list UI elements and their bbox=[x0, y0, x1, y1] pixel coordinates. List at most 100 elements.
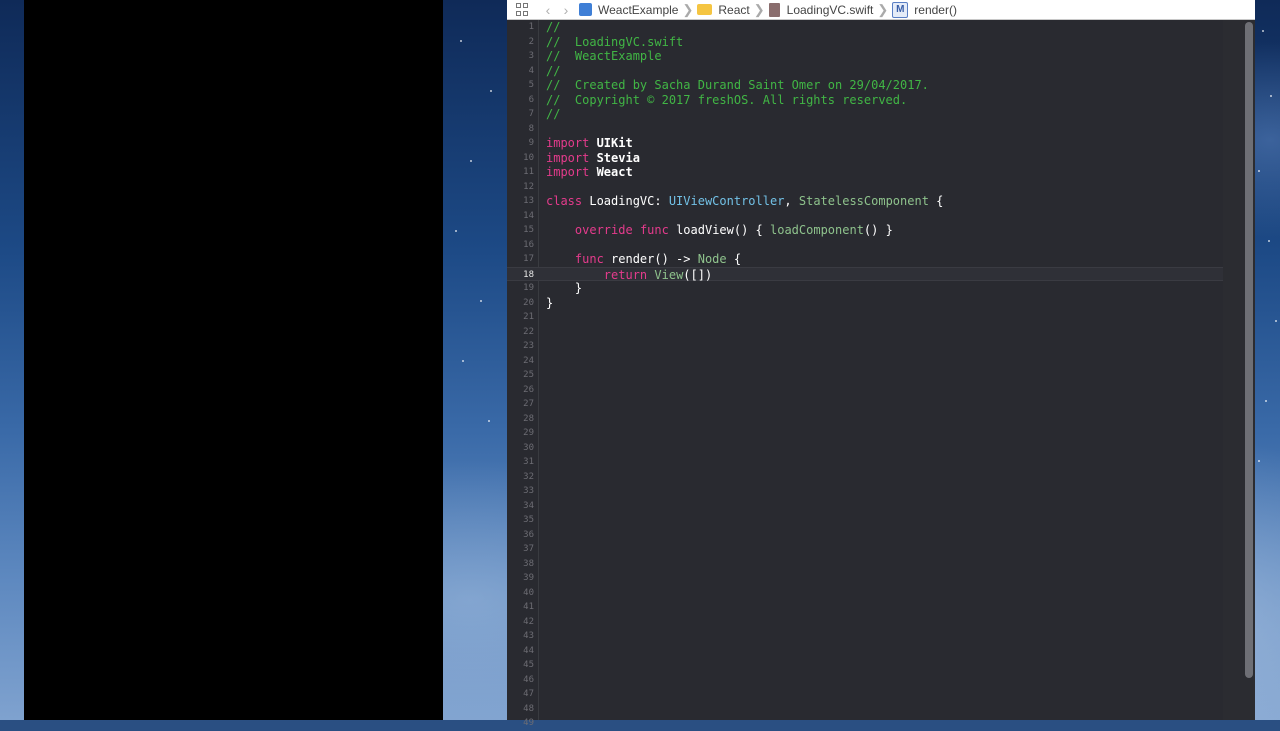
code-line[interactable]: 27 bbox=[507, 397, 1223, 412]
jumpbar-item-folder[interactable]: React bbox=[697, 0, 750, 19]
line-number: 1 bbox=[528, 22, 534, 32]
code-line[interactable]: 11 import Weact bbox=[507, 165, 1223, 180]
code-line[interactable]: 13 class LoadingVC: UIViewController, Sta… bbox=[507, 194, 1223, 209]
code-line[interactable]: 24 bbox=[507, 354, 1223, 369]
star-dot bbox=[1258, 460, 1260, 462]
code-token: import bbox=[546, 136, 590, 150]
folder-icon bbox=[697, 4, 713, 15]
line-number: 33 bbox=[523, 486, 534, 496]
code-token: UIKit bbox=[589, 136, 633, 150]
code-token: UIViewController bbox=[668, 194, 785, 208]
line-number: 6 bbox=[528, 94, 534, 105]
jumpbar-label: WeactExample bbox=[598, 2, 679, 17]
code-text: return View([]) bbox=[546, 268, 712, 283]
code-line[interactable]: 5 // Created by Sacha Durand Saint Omer o… bbox=[507, 78, 1223, 93]
code-line[interactable]: 46 bbox=[507, 673, 1223, 688]
code-line[interactable]: 41 bbox=[507, 600, 1223, 615]
code-line[interactable]: 39 bbox=[507, 571, 1223, 586]
method-icon: M bbox=[892, 1, 909, 18]
related-items-grid-icon[interactable] bbox=[516, 3, 529, 16]
code-line[interactable]: 22 bbox=[507, 325, 1223, 340]
code-token: Node bbox=[697, 252, 727, 266]
code-line[interactable]: 20} bbox=[507, 296, 1223, 311]
code-line[interactable]: 42 bbox=[507, 615, 1223, 630]
code-line[interactable]: 25 bbox=[507, 368, 1223, 383]
code-line[interactable]: 28 bbox=[507, 412, 1223, 427]
code-line[interactable]: 23 bbox=[507, 339, 1223, 354]
code-line[interactable]: 36 bbox=[507, 528, 1223, 543]
code-line[interactable]: 31 bbox=[507, 455, 1223, 470]
code-line[interactable]: 29 bbox=[507, 426, 1223, 441]
line-number: 18 bbox=[523, 269, 534, 280]
code-line[interactable]: 18 return View([]) bbox=[507, 266, 1223, 283]
code-line[interactable]: 1 // bbox=[507, 20, 1223, 35]
back-arrow-icon[interactable]: ‹ bbox=[539, 2, 557, 18]
star-dot bbox=[460, 40, 462, 42]
code-line[interactable]: 10 import Stevia bbox=[507, 151, 1223, 166]
code-line[interactable]: 35 bbox=[507, 513, 1223, 528]
jump-bar: ‹ › WeactExample ❯ React ❯ LoadingVC.swi… bbox=[507, 0, 1255, 20]
line-number: 10 bbox=[523, 152, 534, 163]
code-line[interactable]: 17 func render() -> Node { bbox=[507, 252, 1223, 267]
code-line[interactable]: 44 bbox=[507, 644, 1223, 659]
code-token: // bbox=[546, 20, 561, 34]
code-token: Stevia bbox=[589, 150, 640, 165]
jumpbar-item-method[interactable]: M render() bbox=[892, 0, 957, 19]
jumpbar-item-project[interactable]: WeactExample bbox=[575, 0, 678, 19]
code-text: class LoadingVC: UIViewController, State… bbox=[546, 194, 943, 209]
code-line[interactable]: 9 import UIKit bbox=[507, 136, 1223, 151]
code-token: // LoadingVC.swift bbox=[546, 34, 684, 49]
line-number: 35 bbox=[523, 515, 534, 525]
line-number: 47 bbox=[523, 689, 534, 699]
xcode-editor-window: ‹ › WeactExample ❯ React ❯ LoadingVC.swi… bbox=[507, 0, 1255, 728]
line-number: 37 bbox=[523, 544, 534, 554]
code-line[interactable]: 43 bbox=[507, 629, 1223, 644]
code-line[interactable]: 15 override func loadView() { loadCompon… bbox=[507, 223, 1223, 238]
code-line[interactable]: 16 bbox=[507, 238, 1223, 253]
code-line[interactable]: 3 // WeactExample bbox=[507, 49, 1223, 64]
code-line[interactable]: 37 bbox=[507, 542, 1223, 557]
code-line[interactable]: 6 // Copyright © 2017 freshOS. All rights… bbox=[507, 93, 1223, 108]
line-number: 17 bbox=[523, 254, 534, 264]
code-line[interactable]: 47 bbox=[507, 687, 1223, 702]
code-line[interactable]: 2 // LoadingVC.swift bbox=[507, 35, 1223, 50]
code-line[interactable]: 38 bbox=[507, 557, 1223, 572]
jumpbar-label: React bbox=[718, 2, 750, 17]
code-line[interactable]: 33 bbox=[507, 484, 1223, 499]
code-line[interactable]: 21 bbox=[507, 310, 1223, 325]
code-line[interactable]: 49 bbox=[507, 716, 1223, 731]
jumpbar-item-file[interactable]: LoadingVC.swift bbox=[768, 0, 873, 19]
code-line[interactable]: 40 bbox=[507, 586, 1223, 601]
forward-arrow-icon[interactable]: › bbox=[557, 2, 575, 18]
code-text: // bbox=[546, 20, 560, 35]
code-line[interactable]: 30 bbox=[507, 441, 1223, 456]
line-number: 21 bbox=[523, 312, 534, 322]
star-dot bbox=[1258, 170, 1260, 172]
code-line[interactable]: 4 // bbox=[507, 64, 1223, 79]
star-dot bbox=[462, 360, 464, 362]
code-token: // bbox=[546, 107, 561, 121]
chevron-right-icon: ❯ bbox=[682, 1, 694, 17]
code-token: func bbox=[574, 252, 604, 266]
code-text: override func loadView() { loadComponent… bbox=[546, 223, 893, 238]
code-line[interactable]: 14 bbox=[507, 209, 1223, 224]
video-preview-panel bbox=[24, 0, 443, 720]
code-line[interactable]: 48 bbox=[507, 702, 1223, 717]
code-token: return bbox=[603, 267, 648, 282]
line-number: 14 bbox=[523, 210, 534, 221]
code-line[interactable]: 12 bbox=[507, 180, 1223, 195]
code-line[interactable]: 32 bbox=[507, 470, 1223, 485]
line-number: 46 bbox=[523, 674, 534, 685]
code-line[interactable]: 19 } bbox=[507, 281, 1223, 296]
source-editor[interactable]: 1 // 2 // LoadingVC.swift 3 // WeactExample 4 /… bbox=[507, 20, 1223, 728]
code-line[interactable]: 26 bbox=[507, 383, 1223, 398]
code-line[interactable]: 34 bbox=[507, 499, 1223, 514]
chevron-right-icon: ❯ bbox=[877, 1, 889, 17]
vertical-scrollbar[interactable] bbox=[1245, 22, 1253, 678]
line-number: 24 bbox=[523, 355, 534, 366]
code-line[interactable]: 45 bbox=[507, 658, 1223, 673]
code-line[interactable]: 7 // bbox=[507, 107, 1223, 122]
code-token: override bbox=[574, 223, 633, 237]
code-line[interactable]: 8 bbox=[507, 122, 1223, 137]
